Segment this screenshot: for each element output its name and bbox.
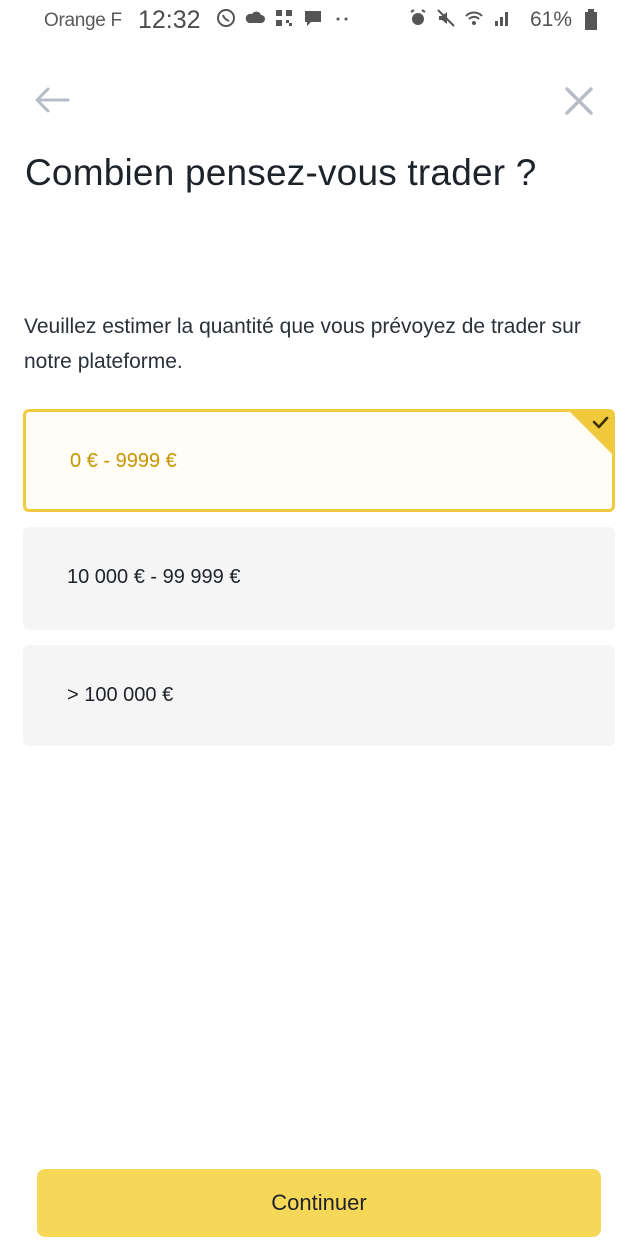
option-10000-99999[interactable]: 10 000 € - 99 999 €	[23, 527, 615, 630]
wifi-icon	[465, 11, 483, 25]
option-label: 10 000 € - 99 999 €	[67, 566, 241, 588]
alarm-icon	[410, 9, 426, 25]
continue-button[interactable]: Continuer	[37, 1169, 601, 1237]
system-icons	[408, 8, 512, 28]
status-bar: Orange F 12:32 61%	[0, 0, 640, 42]
message-icon	[305, 11, 321, 26]
mute-icon	[437, 9, 455, 27]
clock: 12:32	[138, 6, 201, 34]
signal-icon	[495, 12, 508, 26]
notification-icons	[216, 8, 352, 28]
option-label: > 100 000 €	[67, 684, 174, 706]
option-over-100000[interactable]: > 100 000 €	[23, 645, 615, 746]
option-0-9999[interactable]: 0 € - 9999 €	[23, 409, 615, 512]
arrow-left-icon	[35, 87, 70, 113]
battery-percentage: 61%	[530, 8, 573, 31]
qr-icon	[276, 10, 292, 26]
page-title: Combien pensez-vous trader ?	[25, 152, 537, 193]
whatsapp-icon	[217, 9, 235, 27]
close-icon	[565, 87, 593, 115]
back-button[interactable]	[32, 84, 72, 116]
cloud-icon	[245, 11, 265, 23]
option-label: 0 € - 9999 €	[70, 450, 177, 472]
battery-icon	[585, 9, 597, 30]
close-button[interactable]	[562, 84, 596, 118]
carrier-label: Orange F	[44, 10, 122, 31]
page-subtitle: Veuillez estimer la quantité que vous pr…	[24, 315, 581, 373]
more-dots-icon	[336, 17, 348, 21]
checkmark-icon	[570, 412, 612, 454]
